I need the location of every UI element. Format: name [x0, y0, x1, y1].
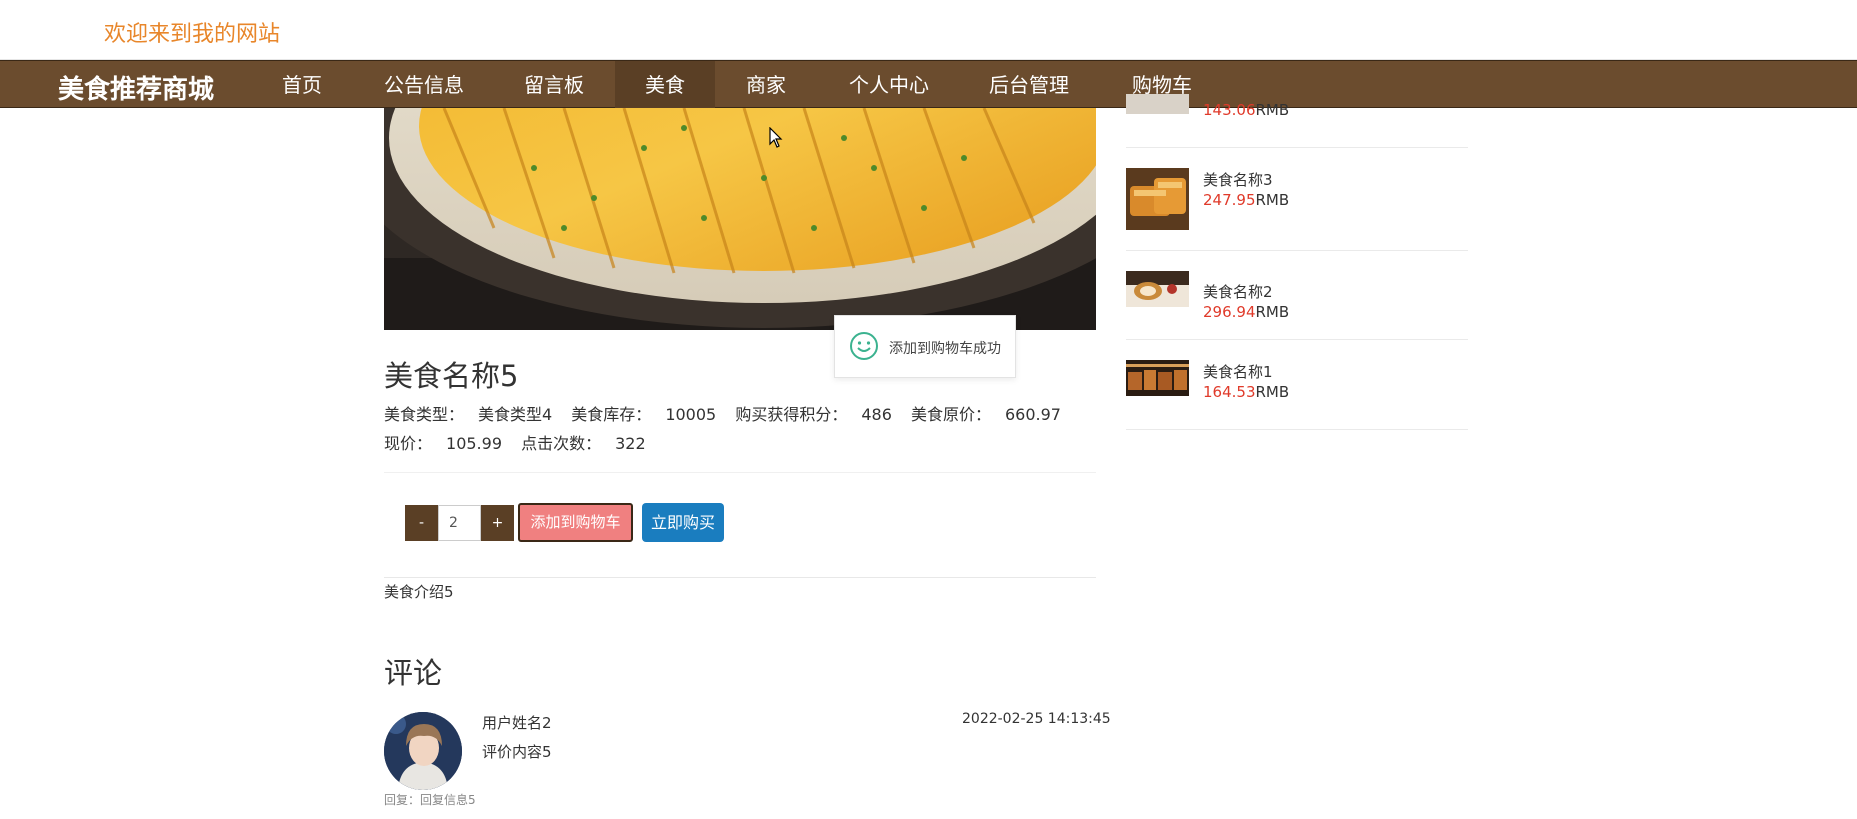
nav-item-personal-center[interactable]: 个人中心 — [836, 61, 942, 109]
top-bar: 欢迎来到我的网站 — [0, 0, 1857, 60]
points-value: 486 — [861, 405, 892, 424]
product-title: 美食名称5 — [384, 359, 519, 393]
welcome-text: 欢迎来到我的网站 — [104, 22, 281, 47]
product-attributes: 美食类型： 美食类型4 美食库存： 10005 购买获得积分： 486 美食原价： 66… — [384, 400, 1104, 458]
price-value: 105.99 — [446, 434, 502, 453]
list-item[interactable]: 美食名称3 247.95RMB — [1126, 148, 1468, 251]
side-price-value: 143.06 — [1203, 101, 1256, 119]
quantity-plus-button[interactable]: + — [481, 505, 514, 541]
user-avatar-image — [384, 712, 462, 790]
side-price-value: 164.53 — [1203, 383, 1256, 401]
side-item-name[interactable]: 美食名称1 — [1203, 361, 1273, 382]
food-thumbnail — [1126, 94, 1189, 114]
smile-icon — [850, 332, 878, 360]
product-image — [384, 108, 1096, 330]
side-price-unit: RMB — [1255, 303, 1290, 321]
toast-message: 添加到购物车成功 — [889, 341, 1001, 357]
food-thumbnail-image — [1126, 271, 1189, 307]
side-price-value: 296.94 — [1203, 303, 1256, 321]
nav-item-message-board[interactable]: 留言板 — [505, 61, 603, 109]
side-price: 247.95RMB — [1203, 191, 1289, 209]
food-thumbnail-image — [1126, 360, 1189, 396]
nav-item-announcements[interactable]: 公告信息 — [373, 61, 475, 109]
food-thumbnail-image — [1126, 168, 1189, 230]
clicks-value: 322 — [615, 434, 646, 453]
side-price: 164.53RMB — [1203, 383, 1289, 401]
side-price-unit: RMB — [1255, 383, 1290, 401]
food-thumbnail[interactable] — [1126, 360, 1189, 396]
stock-value: 10005 — [665, 405, 717, 424]
nav-item-admin[interactable]: 后台管理 — [976, 61, 1082, 109]
side-price-value: 247.95 — [1203, 191, 1256, 209]
food-thumbnail[interactable] — [1126, 271, 1189, 307]
comment-timestamp: 2022-02-25 14:13:45 — [962, 711, 1111, 727]
side-price: 143.06RMB — [1203, 101, 1289, 119]
points-label: 购买获得积分： — [735, 405, 848, 424]
product-intro: 美食介绍5 — [384, 583, 454, 601]
side-price: 296.94RMB — [1203, 303, 1289, 321]
list-item[interactable]: 美食名称2 296.94RMB — [1126, 251, 1468, 340]
nav-item-home[interactable]: 首页 — [253, 61, 351, 109]
price-label: 现价： — [384, 434, 433, 453]
side-price-unit: RMB — [1255, 101, 1290, 119]
nav-item-merchants[interactable]: 商家 — [720, 61, 812, 109]
quantity-minus-button[interactable]: - — [405, 505, 438, 541]
side-item-name[interactable]: 美食名称3 — [1203, 169, 1273, 190]
comments-heading: 评论 — [384, 656, 443, 690]
comment-reply: 回复：回复信息5 — [384, 793, 476, 807]
food-photo — [384, 108, 1096, 330]
mouse-cursor-icon — [769, 127, 783, 148]
add-to-cart-button[interactable]: 添加到购物车 — [518, 503, 633, 542]
comment-username: 用户姓名2 — [482, 714, 552, 732]
buy-now-button[interactable]: 立即购买 — [642, 503, 724, 542]
comment-content: 评价内容5 — [482, 743, 552, 761]
list-item[interactable]: 美食名称1 164.53RMB — [1126, 340, 1468, 430]
avatar — [384, 712, 462, 790]
nav-item-food[interactable]: 美食 — [615, 61, 715, 109]
list-item[interactable]: 143.06RMB — [1126, 94, 1468, 148]
orig-price-label: 美食原价： — [910, 405, 991, 424]
side-price-unit: RMB — [1255, 191, 1290, 209]
clicks-label: 点击次数： — [521, 434, 602, 453]
type-value: 美食类型4 — [478, 405, 553, 424]
main-navbar: 美食推荐商城 首页 公告信息 留言板 美食 商家 个人中心 后台管理 购物车 — [0, 60, 1857, 109]
type-label: 美食类型： — [384, 405, 465, 424]
success-toast: 添加到购物车成功 — [834, 315, 1016, 378]
quantity-input[interactable] — [438, 505, 481, 541]
food-thumbnail[interactable] — [1126, 168, 1189, 230]
site-brand[interactable]: 美食推荐商城 — [58, 69, 214, 106]
orig-price-value: 660.97 — [1004, 405, 1061, 424]
stock-label: 美食库存： — [571, 405, 652, 424]
section-divider — [384, 577, 1096, 578]
side-item-name[interactable]: 美食名称2 — [1203, 281, 1273, 302]
